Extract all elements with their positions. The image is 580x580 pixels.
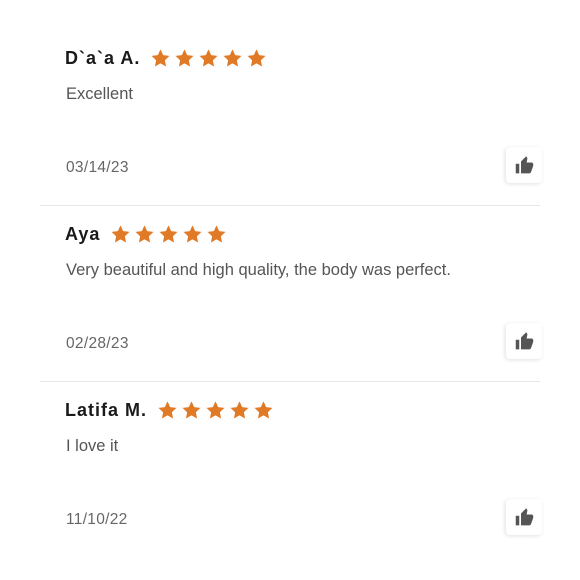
star-rating [150,48,267,69]
reviewer-name: Aya [65,224,101,244]
review-date: 03/14/23 [66,159,129,176]
star-rating [157,400,274,421]
review-text: Excellent [66,85,133,103]
reviewer-name: Latifa M. [65,400,148,420]
thumbs-up-icon [515,507,533,525]
star-icon [135,225,154,243]
star-icon [182,401,201,419]
review-item: Latifa M. I love it 11/10/22 [40,381,542,557]
helpful-button[interactable] [506,499,542,535]
star-icon [254,401,273,419]
star-icon [111,225,130,243]
star-icon [247,49,266,67]
star-icon [183,225,202,243]
review-header: Aya [65,224,227,245]
star-icon [206,401,225,419]
reviewer-name: D`a`a A. [65,48,141,68]
review-item: D`a`a A. Excellent 03/14/23 [40,30,542,205]
review-date: 02/28/23 [66,335,129,352]
thumbs-up-icon [515,331,533,349]
review-header: D`a`a A. [65,48,267,69]
review-item: Aya Very beautiful and high quality, the… [40,205,542,381]
star-icon [159,225,178,243]
helpful-button[interactable] [506,147,542,183]
review-text: I love it [66,437,119,455]
star-icon [175,49,194,67]
star-icon [199,49,218,67]
star-icon [151,49,170,67]
star-rating [110,224,227,245]
star-icon [207,225,226,243]
thumbs-up-icon [515,155,533,173]
review-text: Very beautiful and high quality, the bod… [66,261,451,279]
review-date: 11/10/22 [66,511,128,528]
review-list: D`a`a A. Excellent 03/14/23 Aya Very bea… [40,30,542,557]
helpful-button[interactable] [506,323,542,359]
review-header: Latifa M. [65,400,274,421]
star-icon [158,401,177,419]
star-icon [230,401,249,419]
star-icon [223,49,242,67]
